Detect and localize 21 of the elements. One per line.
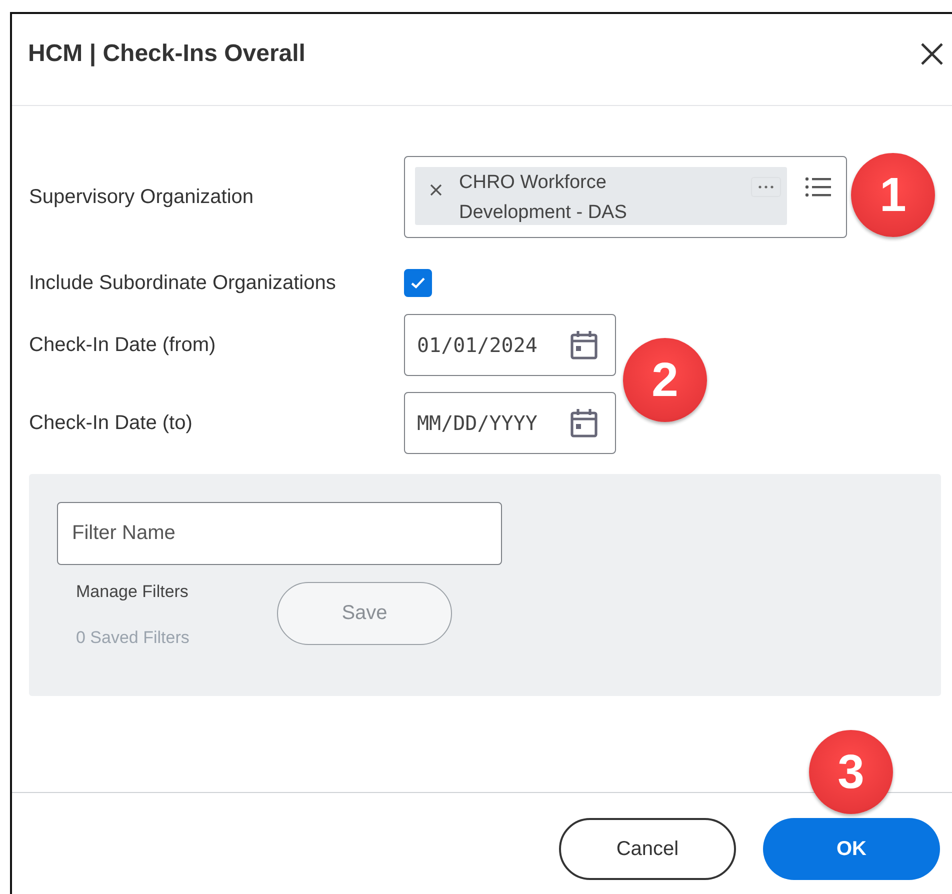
prompt-field[interactable]: CHRO Workforce Development - DAS xyxy=(404,156,847,238)
list-icon[interactable] xyxy=(805,177,831,197)
close-icon[interactable] xyxy=(920,42,944,66)
date-field[interactable]: 01/01/2024 xyxy=(404,314,616,376)
manage-filters-link[interactable]: Manage Filters xyxy=(76,582,277,602)
field-label: Check-In Date (to) xyxy=(29,412,194,434)
filter-name-field[interactable]: Filter Name xyxy=(57,502,502,565)
ok-button[interactable]: OK xyxy=(763,818,940,880)
field-label: Check-In Date (from) xyxy=(29,334,217,356)
date-field[interactable]: MM/DD/YYYY xyxy=(404,392,616,454)
checkbox[interactable] xyxy=(404,269,432,297)
saved-filters-count: 0 Saved Filters xyxy=(76,628,190,648)
calendar-icon[interactable] xyxy=(570,408,598,438)
dialog-title: HCM | Check-Ins Overall xyxy=(28,40,306,68)
calendar-icon[interactable] xyxy=(570,330,598,360)
remove-icon[interactable] xyxy=(429,183,443,197)
checkmark-icon xyxy=(410,276,426,290)
field-label: Supervisory Organization xyxy=(29,186,255,208)
field-label: Include Subordinate Organizations xyxy=(29,272,337,294)
cancel-button[interactable]: Cancel xyxy=(559,818,736,880)
chip-text: CHRO Workforce Development - DAS xyxy=(459,171,628,225)
